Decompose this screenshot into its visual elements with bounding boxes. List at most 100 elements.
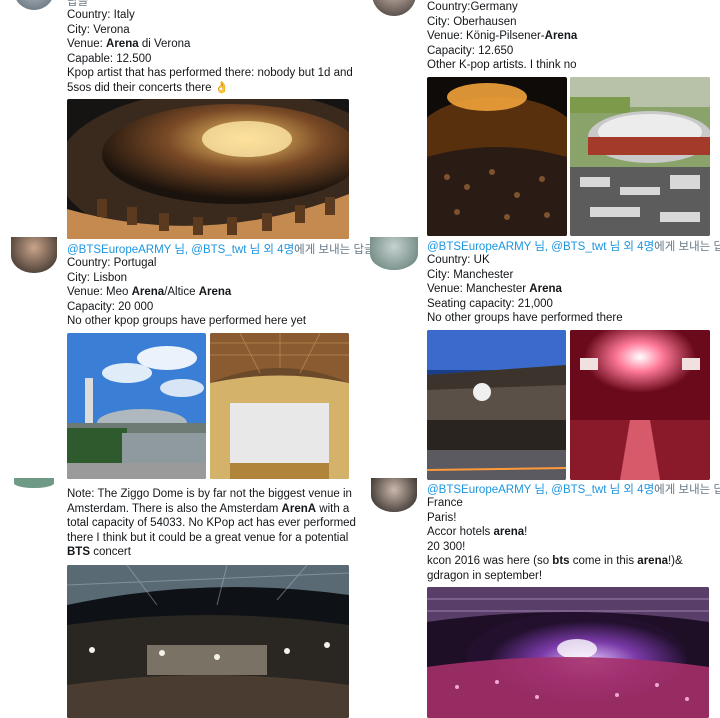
- text-segment: Accor hotels: [427, 526, 494, 539]
- tweet-line: Venue: König-Pilsener-Arena: [427, 29, 577, 44]
- reply-header: @BTSEuropeARMY 님, @BTS_twt 님 외 4명에게 보내는 …: [427, 238, 720, 254]
- tweet-line: Seating capacity: 21,000: [427, 297, 623, 312]
- tweet-line: Capacity: 20 000: [67, 300, 306, 315]
- tweet-line: Venue: Manchester Arena: [427, 282, 623, 297]
- text-segment: with a: [316, 502, 350, 515]
- avatar[interactable]: [14, 0, 54, 10]
- reply-suffix: 에게 보내는 답글: [654, 484, 720, 496]
- highlight-keyword: Arena: [198, 286, 232, 299]
- tweet-line: Venue: Meo Arena/Altice Arena: [67, 285, 306, 300]
- reply-mentions[interactable]: @BTSEuropeARMY 님, @BTS_twt 님 외 4명: [67, 244, 294, 256]
- highlight-keyword: bts: [552, 555, 570, 568]
- text-segment: City: Verona: [67, 23, 130, 36]
- tweet-photo-ziggo-dome[interactable]: [67, 565, 349, 718]
- highlight-keyword: Arena: [529, 283, 562, 296]
- tweet-text-italy: Country: Italy City: Verona Venue: Arena d…: [67, 8, 353, 96]
- highlight-keyword: arena: [637, 555, 668, 568]
- tweet-line: Other K-pop artists. I think no: [427, 58, 577, 73]
- tweet-line: kcon 2016 was here (so bts come in this …: [427, 554, 683, 569]
- tweet-line: Capable: 12.500: [67, 52, 353, 67]
- highlight-keyword: Arena: [131, 286, 165, 299]
- tweet-photo-manchester-concert[interactable]: [570, 330, 710, 480]
- tweet-line: BTS concert: [67, 545, 356, 560]
- reply-header: @BTSEuropeARMY 님, @BTS_twt 님 외 4명에게 보내는 …: [67, 241, 375, 257]
- reply-header: @BTSEuropeARMY 님, @BTS_twt 님 외 4명에게 보내는 …: [427, 481, 720, 497]
- text-segment: Other K-pop artists. I think no: [427, 59, 577, 72]
- text-segment: total capacity of 54033. No KPop act has…: [67, 517, 356, 530]
- text-segment: 5sos did their concerts there 👌: [67, 81, 229, 94]
- reply-mentions[interactable]: @BTSEuropeARMY 님, @BTS_twt 님 외 4명: [427, 484, 654, 496]
- tweet-photo-oberhausen-crowd[interactable]: [427, 77, 567, 236]
- text-segment: Country: UK: [427, 254, 490, 266]
- reply-suffix: 에게 보내는 답글: [294, 244, 375, 256]
- text-segment: kcon 2016 was here (so: [427, 555, 553, 568]
- tweet-line: Country: UK: [427, 253, 623, 268]
- tweet-text-germany: Country:Germany City: Oberhausen Venue: Kö…: [427, 0, 577, 73]
- tweet-line: there I think but it could be a great ve…: [67, 531, 356, 546]
- text-segment: Capacity: 20 000: [67, 300, 154, 313]
- tweet-line: No other groups have performed there: [427, 311, 623, 326]
- text-segment: Note: The Ziggo Dome is by far not the b…: [67, 488, 352, 500]
- tweet-text-uk: Country: UK City: Manchester Venue: Manche…: [427, 253, 623, 326]
- avatar[interactable]: [11, 237, 57, 273]
- text-segment: /Altice: [164, 286, 199, 299]
- text-segment: No other kpop groups have performed here…: [67, 315, 307, 328]
- text-segment: come in this: [569, 555, 638, 568]
- tweet-line: Kpop artist that has performed there: no…: [67, 66, 353, 81]
- text-segment: Venue:: [67, 38, 107, 51]
- highlight-keyword: Arena: [106, 38, 139, 51]
- tweet-line: Note: The Ziggo Dome is by far not the b…: [67, 487, 356, 502]
- text-segment: Capacity: 12.650: [427, 44, 514, 57]
- text-segment: Country: Portugal: [67, 257, 157, 269]
- text-segment: Amsterdam. There is also the Amsterdam: [67, 502, 282, 515]
- tweet-line: No other kpop groups have performed here…: [67, 314, 306, 329]
- avatar[interactable]: [371, 478, 417, 512]
- tweet-line: Capacity: 12.650: [427, 44, 577, 59]
- text-segment: di Verona: [138, 38, 191, 51]
- tweet-line: Country:Germany: [427, 0, 577, 15]
- tweet-line: Venue: Arena di Verona: [67, 37, 353, 52]
- text-segment: Paris!: [427, 511, 457, 524]
- avatar[interactable]: [14, 478, 54, 488]
- tweet-line: Amsterdam. There is also the Amsterdam A…: [67, 502, 356, 517]
- text-segment: there I think but it could be a great ve…: [67, 531, 349, 544]
- tweet-line: City: Lisbon: [67, 271, 306, 286]
- text-segment: Venue: König-Pilsener-: [427, 30, 545, 43]
- text-segment: France: [427, 497, 463, 509]
- highlight-keyword: BTS: [67, 546, 90, 559]
- tweet-photo-lisbon-interior[interactable]: [210, 333, 349, 479]
- tweet-photo-verona-arena[interactable]: [67, 99, 349, 239]
- tweet-photo-accorhotels-arena[interactable]: [427, 587, 709, 718]
- reply-suffix: 에게 보내는 답글: [654, 241, 720, 253]
- tweet-text-portugal: Country: Portugal City: Lisbon Venue: Meo …: [67, 256, 306, 329]
- highlight-keyword: Arena: [544, 30, 578, 43]
- tweet-photo-manchester-exterior[interactable]: [427, 330, 566, 480]
- tweet-line: Paris!: [427, 511, 683, 526]
- text-segment: !)&: [667, 555, 683, 568]
- tweet-line: City: Verona: [67, 23, 353, 38]
- text-segment: gdragon in september!: [427, 569, 543, 582]
- tweet-text-netherlands: Note: The Ziggo Dome is by far not the b…: [67, 487, 356, 560]
- tweet-line: Country: Portugal: [67, 256, 306, 271]
- reply-mentions[interactable]: @BTSEuropeARMY 님, @BTS_twt 님 외 4명: [427, 241, 654, 253]
- text-segment: City: Oberhausen: [427, 15, 517, 28]
- tweet-photo-lisbon-exterior[interactable]: [67, 333, 206, 479]
- tweet-line: France: [427, 496, 683, 511]
- tweet-line: total capacity of 54033. No KPop act has…: [67, 516, 356, 531]
- tweet-text-france: France Paris! Accor hotels arena! 20 300! kc…: [427, 496, 683, 584]
- tweet-photo-oberhausen-exterior[interactable]: [570, 77, 710, 236]
- text-segment: 20 300!: [427, 540, 466, 553]
- avatar[interactable]: [370, 237, 418, 270]
- text-segment: concert: [90, 546, 131, 559]
- text-segment: Country: Italy: [67, 9, 135, 21]
- highlight-keyword: arena: [493, 526, 525, 539]
- text-segment: No other groups have performed there: [427, 312, 623, 325]
- text-segment: City: Manchester: [427, 268, 514, 281]
- tweet-line: Accor hotels arena!: [427, 525, 683, 540]
- text-segment: Kpop artist that has performed there: no…: [67, 67, 353, 80]
- text-segment: !: [524, 526, 528, 539]
- avatar[interactable]: [372, 0, 416, 16]
- highlight-keyword: ArenA: [281, 502, 317, 515]
- tweet-line: City: Oberhausen: [427, 15, 577, 30]
- tweet-line: 20 300!: [427, 540, 683, 555]
